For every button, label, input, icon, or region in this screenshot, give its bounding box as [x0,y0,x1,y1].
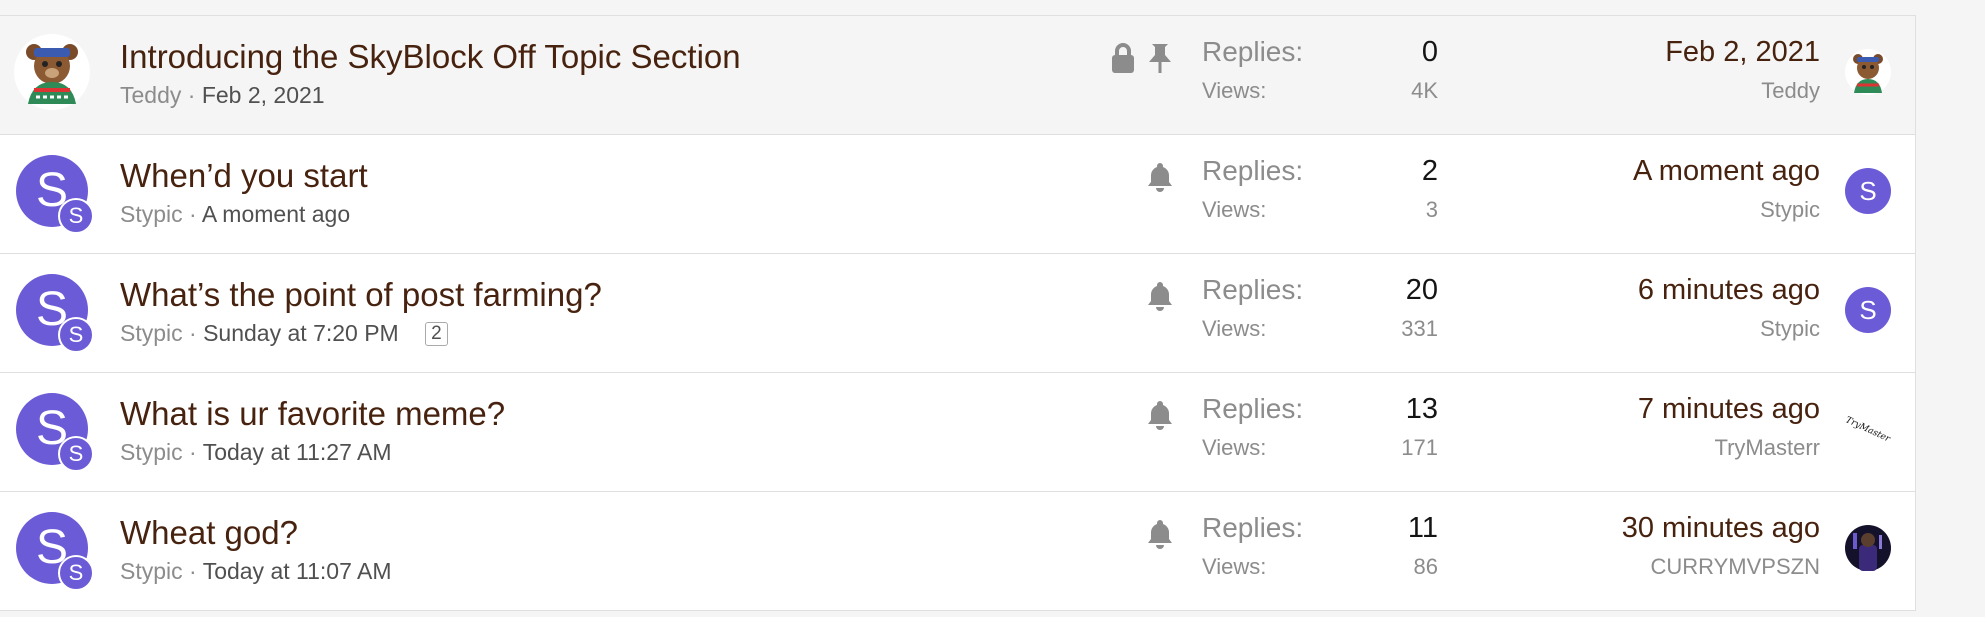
last-post-time[interactable]: 7 minutes ago [1638,393,1820,426]
last-post-time[interactable]: 6 minutes ago [1638,274,1820,307]
bell-icon [1146,161,1174,193]
views-count: 4K [1411,78,1438,103]
thread-meta: Stypic · A moment ago [120,201,350,228]
thread-author[interactable]: Stypic [120,439,183,465]
last-poster-avatar[interactable] [1845,525,1891,571]
replies-label: Replies: [1202,274,1304,305]
thread-start-date[interactable]: Feb 2, 2021 [202,82,325,108]
thread-meta: Stypic · Today at 11:27 AM [120,439,392,466]
thread-author[interactable]: Teddy [120,82,181,108]
views-label: Views: [1202,554,1267,579]
thread-title[interactable]: Wheat god? [120,514,298,552]
replies-count: 13 [1405,393,1438,425]
last-post-time[interactable]: A moment ago [1633,155,1820,188]
meta-separator: · [187,82,196,108]
thread-start-date[interactable]: A moment ago [202,201,350,227]
pin-icon [1146,42,1174,74]
meta-separator: · [189,439,197,465]
last-post-user[interactable]: Stypic [1760,316,1820,342]
views-count: 86 [1413,554,1438,579]
last-post-user[interactable]: TryMasterr [1714,435,1820,461]
thread-row[interactable]: S S When’d you start Stypic · A moment a… [0,135,1915,254]
replies-count: 20 [1405,274,1438,306]
replies-label: Replies: [1202,512,1304,543]
thread-row[interactable]: S S Wheat god? Stypic · Today at 11:07 A… [0,492,1915,611]
last-poster-avatar[interactable]: S [1845,168,1891,214]
thread-author[interactable]: Stypic [120,201,183,227]
last-poster-avatar[interactable]: TryMaster [1845,406,1891,452]
last-poster-avatar[interactable]: S [1845,287,1891,333]
thread-title[interactable]: What is ur favorite meme? [120,395,505,433]
views-count: 171 [1401,435,1438,460]
last-poster-mini-avatar[interactable]: S [58,555,94,591]
last-poster-avatar[interactable] [1845,49,1891,95]
thread-author[interactable]: Stypic [120,558,183,584]
thread-row-sticky[interactable]: Introducing the SkyBlock Off Topic Secti… [0,16,1915,135]
page-link[interactable]: 2 [425,322,448,346]
thread-author[interactable]: Stypic [120,320,183,346]
last-post-time[interactable]: 30 minutes ago [1622,512,1820,545]
thread-start-date[interactable]: Today at 11:07 AM [203,558,392,584]
bell-icon [1146,399,1174,431]
thread-row[interactable]: S S What is ur favorite meme? Stypic · T… [0,373,1915,492]
meta-separator: · [189,201,197,227]
last-post-user[interactable]: Teddy [1761,78,1820,104]
replies-count: 11 [1407,512,1438,544]
views-count: 3 [1425,197,1438,222]
bell-icon [1146,280,1174,312]
replies-label: Replies: [1202,393,1304,424]
thread-title[interactable]: When’d you start [120,157,368,195]
views-count: 331 [1401,316,1438,341]
replies-label: Replies: [1202,155,1304,186]
meta-separator: · [189,320,197,346]
replies-count: 2 [1421,155,1438,187]
replies-label: Replies: [1202,36,1304,67]
thread-title[interactable]: Introducing the SkyBlock Off Topic Secti… [120,38,741,76]
bell-icon [1146,518,1174,550]
meta-separator: · [189,558,197,584]
views-label: Views: [1202,316,1267,341]
thread-start-date[interactable]: Today at 11:27 AM [203,439,392,465]
replies-count: 0 [1421,36,1438,68]
last-post-user[interactable]: CURRYMVPSZN [1650,554,1820,580]
teddy-bear-avatar[interactable] [14,34,90,110]
lock-icon [1109,42,1137,74]
views-label: Views: [1202,78,1267,103]
last-poster-mini-avatar[interactable]: S [58,198,94,234]
thread-title[interactable]: What’s the point of post farming? [120,276,602,314]
last-post-time[interactable]: Feb 2, 2021 [1665,36,1820,69]
last-poster-mini-avatar[interactable]: S [58,317,94,353]
views-label: Views: [1202,435,1267,460]
thread-start-date[interactable]: Sunday at 7:20 PM [203,320,399,346]
views-label: Views: [1202,197,1267,222]
last-post-user[interactable]: Stypic [1760,197,1820,223]
last-poster-mini-avatar[interactable]: S [58,436,94,472]
thread-meta: Teddy · Feb 2, 2021 [120,82,325,109]
thread-meta: Stypic · Today at 11:07 AM [120,558,392,585]
thread-list: Introducing the SkyBlock Off Topic Secti… [0,15,1916,611]
thread-meta: Stypic · Sunday at 7:20 PM 2 [120,320,448,347]
thread-row[interactable]: S S What’s the point of post farming? St… [0,254,1915,373]
